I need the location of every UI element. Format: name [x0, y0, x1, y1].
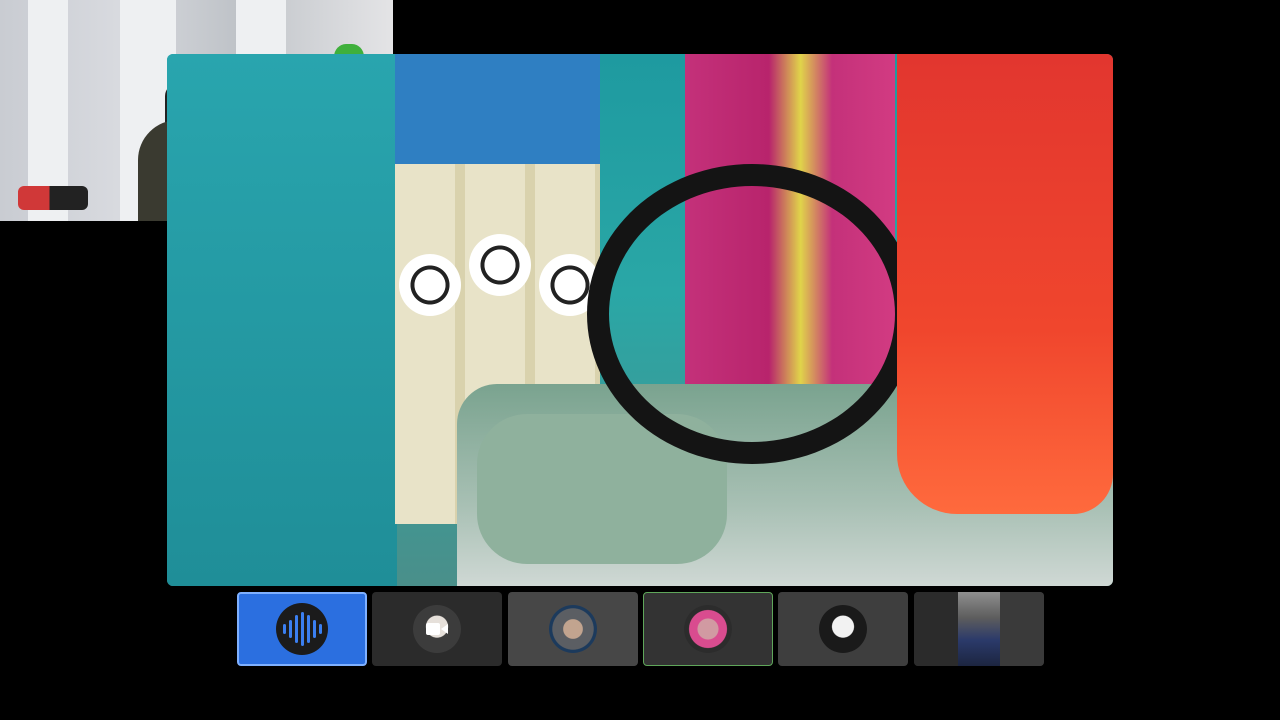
person-red-outfit: [897, 54, 1113, 514]
voice-activity-icon: [276, 603, 328, 655]
participant-tile[interactable]: [778, 592, 908, 666]
participant-avatar: [684, 605, 732, 653]
bicycle-wheel: [587, 164, 917, 464]
soccer-ball-print: [469, 234, 531, 296]
shoes: [18, 186, 88, 210]
participant-avatar: [819, 605, 867, 653]
camera-icon: [426, 621, 448, 637]
participant-tile-active-speaker[interactable]: [237, 592, 367, 666]
participant-tile-speaking[interactable]: [643, 592, 773, 666]
tile-background: [914, 592, 958, 666]
participant-tile[interactable]: [508, 592, 638, 666]
main-speaker-video[interactable]: [167, 54, 1113, 586]
wall: [167, 54, 397, 586]
participant-tile-video[interactable]: [914, 592, 1044, 666]
participant-avatar: [413, 605, 461, 653]
soccer-ball-print: [399, 254, 461, 316]
participant-tile-camera-off[interactable]: [372, 592, 502, 666]
participant-video-thumbnail: [958, 592, 1000, 666]
participant-avatar: [549, 605, 597, 653]
tile-background: [1000, 592, 1044, 666]
